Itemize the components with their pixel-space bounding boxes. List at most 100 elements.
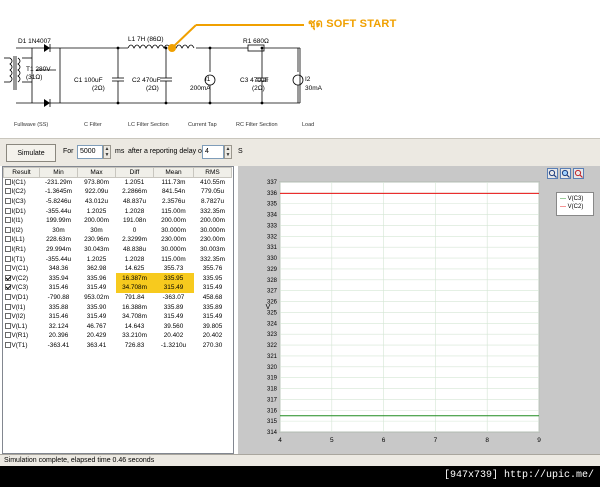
plot-checkbox[interactable] (4, 226, 11, 233)
result-value-cell: -1.3210u (160, 341, 187, 349)
result-value-cell: 779.05u (200, 188, 225, 196)
plot-area (279, 181, 540, 433)
plot-checkbox[interactable] (4, 303, 11, 310)
result-value-cell: 315.49 (163, 313, 184, 321)
result-value-cell: 315.46 (48, 313, 69, 321)
y-tick-label: 335 (267, 202, 278, 208)
plot-checkbox[interactable] (4, 197, 11, 204)
plot-checkbox[interactable] (4, 265, 11, 272)
plot-checkbox[interactable] (4, 284, 11, 291)
column-header[interactable]: Mean (153, 167, 194, 178)
section-label: LC Filter Section (128, 122, 169, 128)
result-name: I(I2) (11, 226, 23, 234)
result-value-cell: 30.000m (200, 226, 225, 234)
table-row[interactable]: I(R1) 29.994m 30.043m 48.838u 30.000m 30.003m (4, 245, 232, 255)
result-value-cell: 230.00m (161, 236, 186, 244)
plot-checkbox[interactable] (4, 322, 11, 329)
x-tick-label: 7 (434, 437, 438, 444)
for-label: For (63, 148, 74, 155)
zoom-fit-icon[interactable] (560, 168, 571, 179)
zoom-out-icon[interactable] (573, 168, 584, 179)
result-value-cell: 14.643 (124, 322, 145, 330)
result-value-cell: 332.35m (200, 255, 225, 263)
duration-input[interactable]: 5000 (77, 145, 103, 159)
d1-label: D1 1N4007 (18, 38, 51, 45)
result-value-cell: 39.805 (202, 322, 223, 330)
table-row[interactable]: I(T1) -355.44u 1.2025 1.2028 115.00m 332.35m (4, 254, 232, 264)
column-header[interactable]: RMS (193, 167, 232, 178)
result-value-cell: 32.124 (48, 322, 69, 330)
y-tick-label: 321 (267, 354, 278, 360)
table-row[interactable]: V(I1) 335.88 335.90 16.388m 335.89 335.89 (4, 302, 232, 312)
result-value-cell: 315.49 (153, 283, 194, 293)
table-row[interactable]: I(C1) -231.29m 973.80m 1.2051 111.73m 410.55m (4, 178, 232, 188)
table-row[interactable]: V(T1) -363.41 363.41 726.83 -1.3210u 270.30 (4, 341, 232, 351)
y-tick-label: 329 (267, 267, 278, 273)
simulate-button[interactable]: Simulate (6, 144, 56, 162)
table-row[interactable]: I(C3) -5.8246u 43.012u 48.837u 2.3576u 8.7827… (4, 197, 232, 207)
result-value-cell: 335.94 (48, 274, 69, 282)
result-name: V(I2) (11, 313, 26, 321)
delay-input[interactable]: 4 (202, 145, 224, 159)
plot-checkbox[interactable] (4, 293, 11, 300)
result-value-cell: 1.2028 (124, 207, 145, 215)
result-value-cell: 30m (90, 226, 103, 234)
duration-spinner[interactable]: ▲ ▼ (103, 145, 111, 159)
result-value-cell: 953.02m (84, 293, 109, 301)
table-row[interactable]: I(C2) -1.3645m 922.09u 2.2866m 841.54n 779.05… (4, 187, 232, 197)
plot-checkbox[interactable] (4, 274, 11, 281)
result-value-cell: 30.000m (161, 226, 186, 234)
table-row[interactable]: V(D1) -790.88 953.02m 791.84 -363.07 458.68 (4, 293, 232, 303)
t1-res-label: (31Ω) (26, 74, 43, 81)
chart-panel: 314 315 316 317 318 319 320 321 322 323 324 325 326 3… (238, 166, 600, 454)
table-row[interactable]: V(C1) 348.36 362.98 14.625 355.73 355.76 (4, 264, 232, 274)
r1-label: R1 680Ω (243, 38, 269, 45)
chart-legend: — V(C3) — V(C2) (556, 192, 594, 216)
table-row[interactable]: V(R1) 20.396 20.429 33.210m 20.402 20.402 (4, 331, 232, 341)
spin-down-icon[interactable]: ▼ (104, 152, 110, 158)
column-header[interactable]: Diff (115, 167, 154, 178)
voltage-chart: 3143153163173183193203213223233243253263… (266, 180, 542, 444)
delay-spinner[interactable]: ▲ ▼ (224, 145, 232, 159)
table-row[interactable]: I(I2) 30m 30m 0 30.000m 30.000m (4, 225, 232, 235)
result-value-cell: 2.3299m (122, 236, 147, 244)
plot-checkbox[interactable] (4, 188, 11, 195)
plot-checkbox[interactable] (4, 313, 11, 320)
table-row[interactable]: I(L1) 228.63m 230.96m 2.3299m 230.00m 230.00m (4, 235, 232, 245)
table-row[interactable]: I(D1) -355.44u 1.2025 1.2028 115.00m 332.35m (4, 206, 232, 216)
table-row[interactable]: V(C3) 315.46 315.49 34.708m 315.49 315.49 (4, 283, 232, 293)
column-header[interactable]: Max (77, 167, 116, 178)
table-row[interactable]: V(I2) 315.46 315.49 34.708m 315.49 315.49 (4, 312, 232, 322)
plot-checkbox[interactable] (4, 217, 11, 224)
table-row[interactable]: I(I1) 199.99m 200.00m 191.08n 200.00m 200.00m (4, 216, 232, 226)
result-value-cell: 335.96 (86, 274, 107, 282)
soft-start-label: ชุด SOFT START (308, 18, 397, 30)
result-value-cell: 1.2025 (86, 207, 107, 215)
plot-checkbox[interactable] (4, 207, 11, 214)
result-value-cell: 34.708m (122, 313, 147, 321)
result-value-cell: 200.00m (200, 217, 225, 225)
plot-checkbox[interactable] (4, 236, 11, 243)
legend-entry: — V(C2) (560, 204, 584, 210)
result-value-cell: 20.396 (48, 332, 69, 340)
table-row[interactable]: V(C2) 335.94 335.96 16.387m 335.95 335.95 (4, 273, 232, 284)
plot-checkbox[interactable] (4, 245, 11, 252)
result-value-cell: 34.708m (115, 283, 154, 293)
plot-checkbox[interactable] (4, 341, 11, 348)
spin-down-icon[interactable]: ▼ (225, 152, 231, 158)
plot-checkbox[interactable] (4, 332, 11, 339)
result-value-cell: 335.89 (163, 303, 184, 311)
zoom-in-icon[interactable] (547, 168, 558, 179)
i2-label: I2 (305, 76, 311, 83)
column-header[interactable]: Min (39, 167, 78, 178)
result-name: V(R1) (11, 332, 29, 340)
result-value-cell: 48.838u (122, 245, 147, 253)
y-tick-label: 336 (267, 191, 278, 197)
table-row[interactable]: V(L1) 32.124 46.767 14.643 39.560 39.805 (4, 321, 232, 331)
plot-checkbox[interactable] (4, 255, 11, 262)
section-label: Fullwave (SS) (14, 122, 49, 128)
plot-checkbox[interactable] (4, 179, 11, 186)
c1-res-label: (2Ω) (92, 85, 105, 92)
y-tick-label: 315 (267, 419, 278, 425)
column-header[interactable]: Result (3, 167, 40, 178)
